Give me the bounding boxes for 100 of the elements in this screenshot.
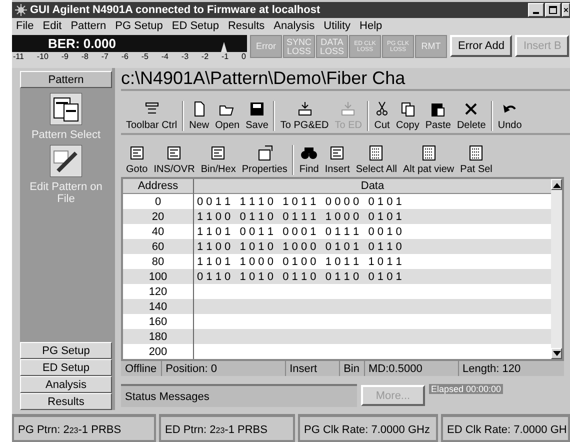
menu-item[interactable]: Utility xyxy=(324,20,351,32)
data-cell: 0 0 1 1 1 1 1 0 1 0 1 1 0 0 0 0 0 1 0 1 xyxy=(197,196,402,208)
address-cell: 200 xyxy=(123,344,194,359)
window-title: GUI Agilent N4901A connected to Firmware at localhost xyxy=(30,4,320,16)
toolbar-button[interactable]: Pat Sel xyxy=(457,145,496,175)
toolbar-button[interactable]: Bin/Hex xyxy=(198,145,239,175)
copy-icon xyxy=(400,101,416,117)
status-indicator: Error xyxy=(250,35,282,58)
bits-icon xyxy=(420,145,437,161)
menu-item[interactable]: Results xyxy=(228,20,265,32)
scale-label: -7 xyxy=(101,52,108,61)
scroll-down-icon[interactable] xyxy=(551,348,562,359)
sidebar-tab[interactable]: Pattern xyxy=(20,71,112,88)
toolbar-button[interactable]: INS/OVR xyxy=(150,145,198,175)
scroll-up-icon[interactable] xyxy=(551,179,562,190)
sidebar-tab[interactable]: ED Setup xyxy=(20,359,112,376)
properties-icon xyxy=(256,145,273,161)
column-header: Data xyxy=(194,179,551,194)
scroll-bar[interactable] xyxy=(551,179,562,359)
status-bar-field: ED Clk Rate: 7.0000 GH xyxy=(441,414,570,442)
download-icon xyxy=(296,101,313,117)
select-all-icon xyxy=(368,145,384,161)
toolbar-button[interactable]: Select All xyxy=(352,145,400,175)
address-cell: 100 xyxy=(123,269,194,284)
status-indicator: SYNC LOSS xyxy=(283,35,315,58)
column-header: Address xyxy=(123,179,194,194)
menu-item[interactable]: ED Setup xyxy=(172,20,219,32)
binoculars-icon xyxy=(301,145,318,161)
toolbar-button[interactable]: Goto xyxy=(123,145,151,175)
toolbar-button[interactable]: Paste xyxy=(422,101,454,131)
maximize-button[interactable] xyxy=(545,3,561,17)
toolbar-button[interactable]: Toolbar Ctrl xyxy=(123,101,180,131)
editor-status-field: Position: 0 xyxy=(162,361,286,376)
toolbar-button[interactable]: Copy xyxy=(393,101,422,131)
toolbar-button[interactable]: Save xyxy=(242,101,272,131)
toolbar-button[interactable]: Insert xyxy=(322,145,353,175)
minimize-button[interactable] xyxy=(528,3,544,17)
insert-icon xyxy=(329,145,346,161)
pattern-pages-icon[interactable] xyxy=(50,93,82,125)
toolbar-button[interactable]: Open xyxy=(212,101,243,131)
menu-item[interactable]: Analysis xyxy=(274,20,315,32)
toolbar-button[interactable]: New xyxy=(186,101,212,131)
address-cell: 20 xyxy=(123,209,194,224)
app-icon xyxy=(15,4,27,16)
address-cell: 180 xyxy=(123,329,194,344)
editor-status-field: Bin xyxy=(340,361,364,376)
address-cell: 140 xyxy=(123,299,194,314)
pattern-icon xyxy=(468,145,484,161)
action-button[interactable]: Error Add xyxy=(450,35,512,57)
panel-label: Status Messages xyxy=(125,390,210,402)
menu-item[interactable]: Pattern xyxy=(70,20,106,32)
editor-status-field: MD:0.5000 xyxy=(364,361,458,376)
download-icon xyxy=(340,101,356,117)
toolbar-button[interactable]: Alt pat view xyxy=(400,145,458,175)
scale-label: -5 xyxy=(141,52,148,61)
scale-label: -9 xyxy=(61,52,68,61)
scale-label: 0 xyxy=(241,52,246,61)
scale-label: -2 xyxy=(201,52,209,61)
status-bar-field: PG Clk Rate: 7.0000 GHz xyxy=(298,414,438,442)
sidebar-tab[interactable]: Analysis xyxy=(20,376,112,393)
insert-mode-icon xyxy=(166,145,182,161)
sidebar-tab[interactable]: Results xyxy=(20,393,112,410)
menu-item[interactable]: Edit xyxy=(42,20,62,32)
maximize-icon xyxy=(548,5,558,15)
data-cell: 1 1 0 0 1 0 1 0 1 0 0 0 0 1 0 1 0 1 1 0 xyxy=(197,240,402,252)
ber-reading: BER: 0.000 xyxy=(48,36,116,51)
toolbar-button[interactable]: Delete xyxy=(454,101,489,131)
menu-item[interactable]: File xyxy=(16,20,34,32)
toolbar-button[interactable]: Find xyxy=(296,145,322,175)
toolbar-button[interactable]: To PG&ED xyxy=(277,101,332,131)
data-cell: 1 1 0 0 0 1 1 0 0 1 1 1 1 0 0 0 0 1 0 1 xyxy=(197,210,402,222)
menu-item[interactable]: PG Setup xyxy=(115,20,163,32)
status-indicator: DATA LOSS xyxy=(316,35,348,58)
status-indicator: RMT xyxy=(415,35,447,58)
toolbar-button[interactable]: Properties xyxy=(238,145,290,175)
data-cell: 1 1 0 1 0 0 1 1 0 0 0 1 0 1 1 1 0 0 1 0 xyxy=(197,226,402,238)
elapsed-time: Elapsed 00:00:00 xyxy=(429,384,504,394)
data-cell: 0 1 1 0 1 0 1 0 0 1 1 0 0 1 1 0 0 1 0 1 xyxy=(197,270,402,282)
close-icon xyxy=(563,5,569,15)
delete-icon xyxy=(463,101,480,117)
scale-label: -11 xyxy=(13,52,24,61)
bin-hex-icon xyxy=(210,145,226,161)
scale-label: -1 xyxy=(221,52,229,61)
scale-label: -6 xyxy=(121,52,128,61)
pencil-icon[interactable] xyxy=(50,145,82,177)
sidebar-tab[interactable]: PG Setup xyxy=(20,342,112,359)
data-cell: 1 1 0 1 1 0 0 0 0 1 0 0 1 0 1 1 1 0 1 1 xyxy=(197,256,402,268)
scale-label: -3 xyxy=(181,52,189,61)
menu-item[interactable]: Help xyxy=(360,20,382,32)
save-icon xyxy=(249,101,266,117)
scale-label: -8 xyxy=(81,52,88,61)
toolbar-button[interactable]: Cut xyxy=(371,101,394,131)
scale-label: -4 xyxy=(161,52,169,61)
close-button[interactable] xyxy=(562,3,570,17)
scale-label: -10 xyxy=(36,52,48,61)
toolbar-button[interactable]: Undo xyxy=(494,101,525,131)
editor-status-field: Length: 120 xyxy=(458,361,525,376)
address-cell: 60 xyxy=(123,239,194,254)
editor-status-field: Insert xyxy=(286,361,340,376)
scissors-icon xyxy=(374,101,390,117)
